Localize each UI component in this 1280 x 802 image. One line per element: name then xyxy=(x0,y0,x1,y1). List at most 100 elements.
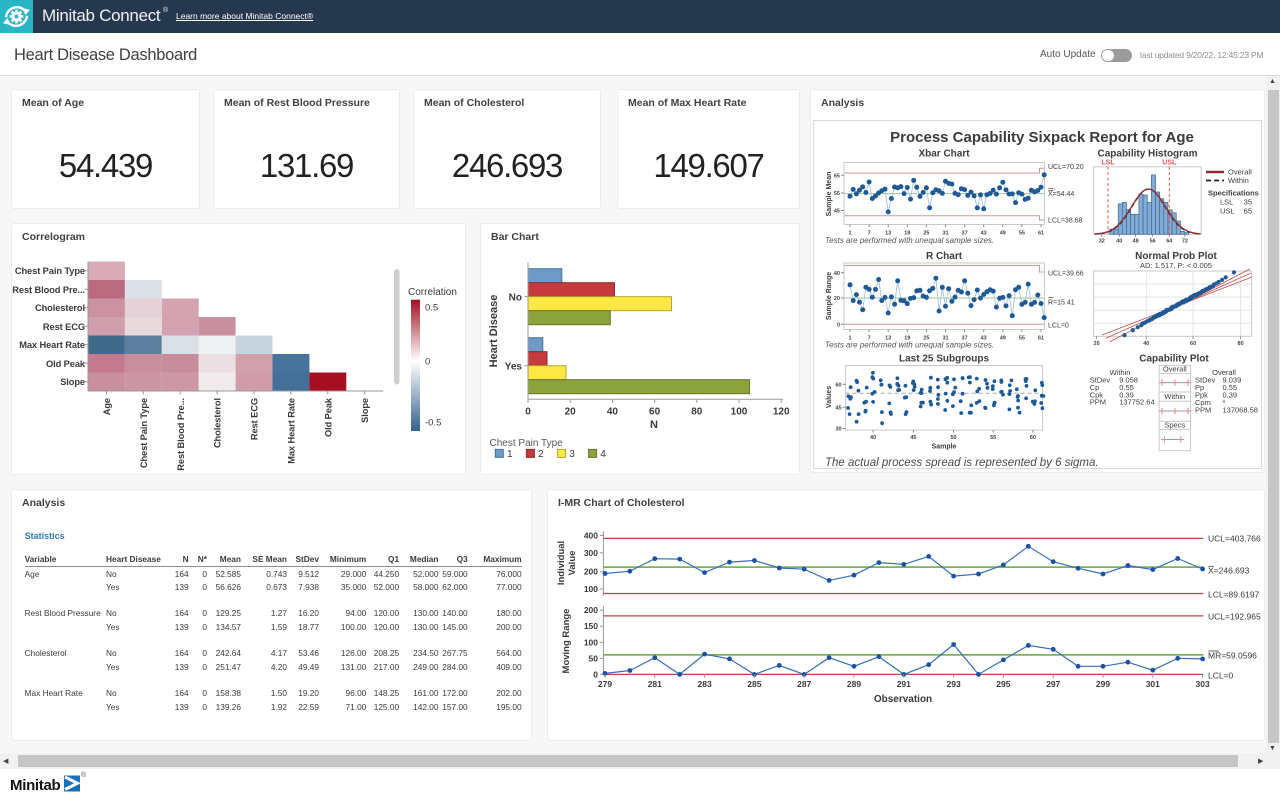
svg-text:40: 40 xyxy=(870,435,876,441)
svg-text:287: 287 xyxy=(797,679,811,689)
svg-text:61: 61 xyxy=(1038,231,1044,237)
svg-text:200: 200 xyxy=(584,567,598,577)
svg-text:Rest ECG: Rest ECG xyxy=(250,398,260,440)
svg-text:UCL=403.766: UCL=403.766 xyxy=(1208,534,1261,544)
svg-text:Slope: Slope xyxy=(60,377,85,387)
svg-text:Age: Age xyxy=(102,398,112,415)
svg-text:100: 100 xyxy=(584,584,598,594)
svg-text:32: 32 xyxy=(1099,239,1105,245)
svg-text:Within: Within xyxy=(1164,392,1185,401)
svg-text:UCL=39.66: UCL=39.66 xyxy=(1048,271,1084,278)
svg-text:55: 55 xyxy=(834,191,840,197)
svg-text:289: 289 xyxy=(847,679,861,689)
svg-text:293: 293 xyxy=(947,679,961,689)
svg-text:55: 55 xyxy=(1019,336,1025,342)
svg-text:0: 0 xyxy=(425,357,430,368)
svg-text:Tests are performed with unequ: Tests are performed with unequal sample … xyxy=(825,341,994,350)
svg-text:Yes: Yes xyxy=(505,361,523,372)
svg-text:150: 150 xyxy=(584,621,598,631)
svg-text:49: 49 xyxy=(1000,336,1006,342)
svg-text:49: 49 xyxy=(1000,231,1006,237)
svg-text:Last 25 Subgroups: Last 25 Subgroups xyxy=(899,354,989,365)
svg-text:65: 65 xyxy=(1244,207,1252,216)
svg-text:LCL=0: LCL=0 xyxy=(1208,670,1234,680)
svg-text:Rest ECG: Rest ECG xyxy=(43,322,85,332)
svg-text:60: 60 xyxy=(1190,341,1196,347)
svg-text:Old Peak: Old Peak xyxy=(323,397,333,437)
svg-text:2: 2 xyxy=(538,449,544,460)
svg-text:50: 50 xyxy=(589,653,599,663)
svg-text:Observation: Observation xyxy=(874,694,932,705)
svg-text:35: 35 xyxy=(1244,198,1252,207)
svg-text:Capability Plot: Capability Plot xyxy=(1139,354,1209,365)
svg-text:120: 120 xyxy=(773,407,790,418)
svg-text:MR=59.0596: MR=59.0596 xyxy=(1208,650,1257,660)
svg-text:Max Heart Rate: Max Heart Rate xyxy=(19,340,85,350)
svg-text:Cholesterol: Cholesterol xyxy=(213,398,223,448)
svg-text:Overall: Overall xyxy=(1163,365,1187,374)
svg-text:AD: 1.517, P: < 0.005: AD: 1.517, P: < 0.005 xyxy=(1140,261,1212,270)
svg-text:LSL: LSL xyxy=(1101,160,1115,167)
svg-text:R=15.41: R=15.41 xyxy=(1048,300,1075,307)
svg-text:295: 295 xyxy=(996,679,1010,689)
svg-text:Value: Value xyxy=(567,551,578,576)
svg-text:61: 61 xyxy=(1038,336,1044,342)
svg-text:3: 3 xyxy=(569,449,575,460)
svg-text:285: 285 xyxy=(747,679,761,689)
svg-text:0.5: 0.5 xyxy=(425,303,438,314)
svg-text:Individual: Individual xyxy=(556,541,567,585)
svg-text:R Chart: R Chart xyxy=(926,251,963,262)
svg-text:Max Heart Rate: Max Heart Rate xyxy=(286,398,296,464)
svg-text:291: 291 xyxy=(897,679,911,689)
svg-text:The actual process spread is r: The actual process spread is represented… xyxy=(825,457,1099,469)
svg-text:20: 20 xyxy=(1094,341,1100,347)
svg-text:30: 30 xyxy=(835,427,841,433)
svg-text:100: 100 xyxy=(584,637,598,647)
svg-text:56: 56 xyxy=(1150,239,1156,245)
svg-text:UCL=70.20: UCL=70.20 xyxy=(1048,164,1084,171)
svg-text:LSL: LSL xyxy=(1220,198,1233,207)
svg-text:Rest Blood Pre...: Rest Blood Pre... xyxy=(176,398,186,471)
svg-text:279: 279 xyxy=(598,679,612,689)
svg-text:4: 4 xyxy=(600,449,606,460)
svg-text:281: 281 xyxy=(648,679,662,689)
svg-text:Sample Mean: Sample Mean xyxy=(826,172,833,217)
svg-text:48: 48 xyxy=(1133,239,1139,245)
svg-text:Xbar Chart: Xbar Chart xyxy=(918,149,970,160)
svg-text:60: 60 xyxy=(649,407,661,418)
svg-text:60: 60 xyxy=(1030,435,1036,441)
svg-text:Heart Disease: Heart Disease xyxy=(488,295,500,368)
svg-text:200: 200 xyxy=(584,605,598,615)
svg-text:283: 283 xyxy=(698,679,712,689)
svg-text:40: 40 xyxy=(834,271,840,277)
svg-text:40: 40 xyxy=(1143,341,1149,347)
svg-text:Cholesterol: Cholesterol xyxy=(35,303,85,313)
svg-text:Chest Pain Type: Chest Pain Type xyxy=(490,438,564,449)
svg-text:USL: USL xyxy=(1162,160,1177,167)
svg-text:0: 0 xyxy=(525,407,531,418)
svg-text:297: 297 xyxy=(1046,679,1060,689)
svg-text:LCL=0: LCL=0 xyxy=(1048,323,1069,330)
svg-text:Old Peak: Old Peak xyxy=(46,359,86,369)
svg-text:301: 301 xyxy=(1146,679,1160,689)
svg-text:Slope: Slope xyxy=(360,398,370,423)
svg-text:100: 100 xyxy=(731,407,748,418)
svg-text:N: N xyxy=(650,419,658,431)
svg-text:80: 80 xyxy=(1238,341,1244,347)
svg-text:299: 299 xyxy=(1096,679,1110,689)
svg-text:Process Capability Sixpack Rep: Process Capability Sixpack Report for Ag… xyxy=(890,129,1194,146)
svg-text:Specifications: Specifications xyxy=(1208,189,1259,198)
svg-text:Sample Range: Sample Range xyxy=(826,272,833,320)
svg-text:400: 400 xyxy=(584,531,598,541)
svg-text:X=246.693: X=246.693 xyxy=(1208,565,1250,575)
svg-text:UCL=192.965: UCL=192.965 xyxy=(1208,611,1261,621)
svg-text:40: 40 xyxy=(1116,239,1122,245)
svg-text:Chest Pain Type: Chest Pain Type xyxy=(15,266,85,276)
svg-text:Values: Values xyxy=(826,386,833,408)
svg-text:X=54.44: X=54.44 xyxy=(1048,191,1074,198)
svg-text:PPM: PPM xyxy=(1090,398,1106,407)
svg-text:80: 80 xyxy=(691,407,703,418)
svg-text:1: 1 xyxy=(507,449,513,460)
svg-text:Specs: Specs xyxy=(1164,420,1185,429)
svg-text:45: 45 xyxy=(910,435,916,441)
